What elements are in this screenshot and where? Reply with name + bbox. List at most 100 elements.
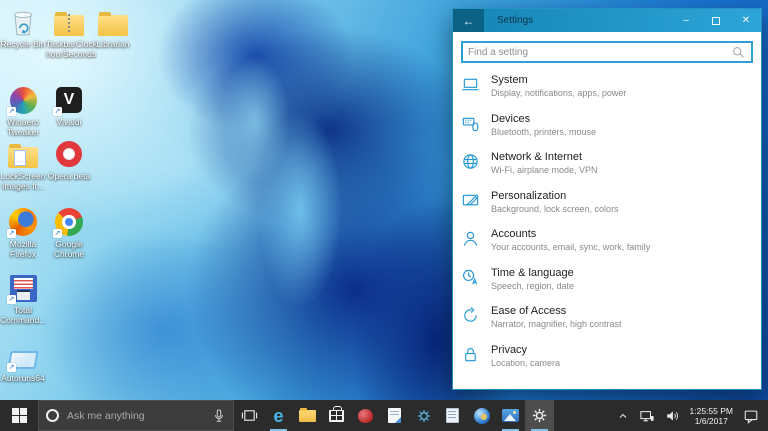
system-tray: 1:25:55 PM 1/6/2017 — [612, 400, 768, 431]
desktop-icon-recycle-bin[interactable]: Recycle Bin — [0, 6, 46, 50]
desktop-icon-autoruns64[interactable]: ↗ Autoruns64 — [0, 340, 46, 384]
taskbar-app-windows-store[interactable] — [322, 400, 351, 431]
category-title: Ease of Access — [491, 305, 567, 317]
settings-category-personalization[interactable]: Personalization Background, lock screen,… — [461, 190, 753, 229]
category-subtitle: Your accounts, email, sync, work, family — [491, 242, 651, 252]
category-subtitle: Narrator, magnifier, high contrast — [491, 319, 622, 329]
category-title: Privacy — [491, 343, 528, 356]
settings-search-box — [461, 41, 753, 63]
caption-buttons: – ✕ — [671, 9, 761, 32]
desktop-icon-librarian[interactable]: Librarian — [90, 6, 136, 50]
maximize-button[interactable] — [701, 9, 731, 32]
minimize-button[interactable]: – — [671, 9, 701, 32]
taskbar-app-file-explorer[interactable] — [293, 400, 322, 431]
desktop-icon-taskbarclock-zip[interactable]: TaskbarClock hourSeconds — [46, 6, 98, 59]
desktop-icon-label: Recycle Bin — [0, 39, 46, 49]
category-title: Network & Internet — [491, 151, 583, 163]
taskbar-app-earth[interactable] — [467, 400, 496, 431]
desktop-icon-label: Google Chrome — [53, 239, 85, 259]
desktop-icon-label: Librarian — [96, 39, 130, 49]
shortcut-arrow-icon: ↗ — [7, 363, 16, 372]
settings-categories: System Display, notifications, apps, pow… — [461, 74, 753, 382]
settings-search-input[interactable] — [463, 46, 732, 58]
imaging-app-icon — [502, 409, 519, 422]
category-title: Time & language — [491, 266, 574, 279]
shortcut-arrow-icon: ↗ — [7, 295, 16, 304]
lock-icon — [461, 344, 491, 383]
search-placeholder-text: Ask me anything — [67, 409, 145, 422]
document-app-icon — [388, 408, 401, 423]
desktop-icon-winaero-tweaker[interactable]: ↗ Winaero Tweaker — [0, 84, 46, 137]
taskbar-app-red-app[interactable] — [351, 400, 380, 431]
category-subtitle: Speech, region, date — [491, 280, 575, 291]
folder-icon — [97, 6, 129, 38]
titlebar: ← Settings – ✕ — [453, 9, 761, 32]
globe-icon — [461, 151, 491, 190]
vivaldi-icon: V ↗ — [53, 84, 85, 116]
desktop-icon-lockscreen-images[interactable]: LockScreen Images fr... — [0, 138, 46, 191]
taskbar-app-imaging[interactable] — [496, 400, 525, 431]
network-icon — [639, 410, 654, 421]
chrome-icon: ↗ — [53, 206, 85, 238]
settings-window: ← Settings – ✕ Find a setting System Dis… — [452, 8, 762, 390]
tray-clock[interactable]: 1:25:55 PM 1/6/2017 — [685, 400, 738, 431]
desktop-icon-label: Vivaldi — [56, 117, 82, 127]
category-title: Devices — [491, 112, 531, 125]
notepad-icon — [446, 408, 459, 423]
tray-action-center[interactable] — [738, 400, 764, 431]
settings-category-ease-of-access[interactable]: Ease of Access Narrator, magnifier, high… — [461, 305, 753, 344]
settings-category-devices[interactable]: Devices Bluetooth, printers, mouse — [461, 113, 753, 152]
tray-date: 1/6/2017 — [694, 415, 728, 426]
tray-volume[interactable] — [660, 400, 685, 431]
taskbar-apps: e — [264, 400, 554, 431]
settings-category-accounts[interactable]: Accounts Your accounts, email, sync, wor… — [461, 228, 753, 267]
cortana-icon — [46, 409, 59, 422]
start-button[interactable] — [0, 400, 38, 431]
edge-icon: e — [273, 405, 284, 426]
winaero-icon: ↗ — [7, 84, 39, 116]
shortcut-arrow-icon: ↗ — [7, 107, 16, 116]
ease-of-access-icon — [461, 305, 491, 344]
desktop-icon-label: Total Command... — [0, 305, 47, 325]
taskbar-app-settings[interactable] — [525, 400, 554, 431]
firefox-icon: ↗ — [7, 206, 39, 238]
tray-chevron-up[interactable] — [612, 400, 634, 431]
desktop: Recycle Bin TaskbarClock hourSeconds Lib… — [0, 0, 768, 431]
speaker-icon — [666, 410, 678, 421]
settings-category-time-language[interactable]: Time & language Speech, region, date — [461, 267, 753, 306]
taskbar: Ask me anything e 1:25:55 PM 1/6/2017 — [0, 400, 768, 431]
personalization-icon — [461, 190, 491, 229]
microphone-icon[interactable] — [212, 408, 226, 424]
total-commander-icon: ↗ — [7, 272, 39, 304]
task-view-button[interactable] — [234, 400, 264, 431]
settings-category-privacy[interactable]: Privacy Location, camera — [461, 344, 753, 383]
store-icon — [329, 405, 344, 422]
category-title: Accounts — [491, 228, 537, 240]
close-button[interactable]: ✕ — [731, 9, 761, 32]
desktop-icon-label: TaskbarClock hourSeconds — [46, 39, 98, 59]
taskbar-app-document-app[interactable] — [380, 400, 409, 431]
task-view-icon — [241, 410, 257, 421]
settings-body: System Display, notifications, apps, pow… — [453, 32, 761, 382]
windows-logo-icon — [11, 408, 27, 423]
taskbar-app-microsoft-edge[interactable]: e — [264, 400, 293, 431]
devices-icon — [461, 113, 491, 152]
recycle-bin-icon — [7, 6, 39, 38]
person-icon — [461, 228, 491, 267]
category-subtitle: Location, camera — [491, 357, 561, 368]
desktop-icon-chrome[interactable]: ↗ Google Chrome — [46, 206, 92, 259]
desktop-icon-opera-beta[interactable]: Opera beta — [46, 138, 92, 182]
settings-category-network[interactable]: Network & Internet Wi-Fi, airplane mode,… — [461, 151, 753, 190]
clock-language-icon — [461, 267, 491, 306]
settings-category-system[interactable]: System Display, notifications, apps, pow… — [461, 74, 753, 113]
desktop-icon-vivaldi[interactable]: V ↗ Vivaldi — [46, 84, 92, 128]
taskbar-app-blue-gear-app[interactable] — [409, 400, 438, 431]
back-button[interactable]: ← — [453, 9, 484, 32]
tray-network[interactable] — [634, 400, 660, 431]
cortana-search-box[interactable]: Ask me anything — [38, 400, 234, 431]
window-title: Settings — [497, 15, 534, 26]
search-icon — [733, 46, 744, 58]
desktop-icon-firefox[interactable]: ↗ Mozilla Firefox — [0, 206, 46, 259]
desktop-icon-total-commander[interactable]: ↗ Total Command... — [0, 272, 46, 325]
taskbar-app-notepad[interactable] — [438, 400, 467, 431]
